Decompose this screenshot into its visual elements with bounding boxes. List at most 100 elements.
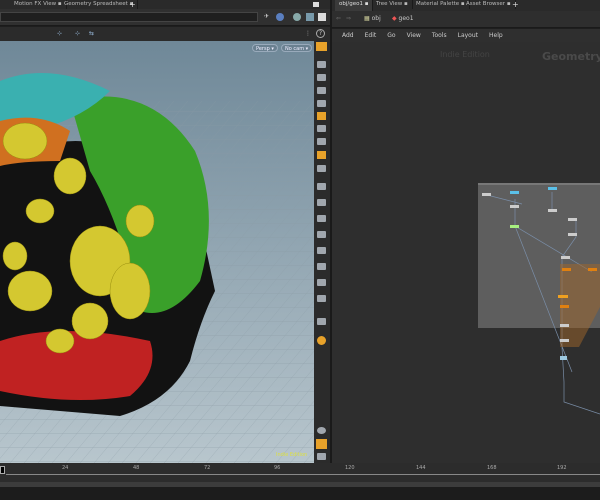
tab-geometry-spreadsheet[interactable]: Geometry Spreadsheet ▪ (60, 0, 139, 9)
menu-edit[interactable]: Edit (365, 32, 377, 39)
tab-label: Motion FX View (14, 1, 57, 7)
forward-icon[interactable]: ⇒ (346, 15, 351, 22)
geo-icon: ◆ (392, 15, 397, 22)
snapshot-icon[interactable] (317, 453, 326, 460)
tick-label: 192 (557, 465, 567, 471)
tab-asset-browser[interactable]: Asset Browser ▪ (462, 0, 516, 9)
tick-label: 72 (204, 465, 211, 471)
display-options-icon[interactable] (316, 42, 327, 51)
toolbar-icon[interactable] (317, 138, 326, 145)
layout-icon[interactable]: ⋮ (305, 30, 311, 37)
node[interactable] (588, 268, 597, 271)
toolbar-icon[interactable] (317, 318, 326, 325)
tab-label: Geometry Spreadsheet (64, 1, 128, 7)
toolbar-icon[interactable] (317, 61, 326, 68)
grid-view-icon[interactable] (316, 439, 327, 449)
snap-curve-icon[interactable]: ⇆ (89, 30, 94, 37)
left-tab-bar: Motion FX View ▪ Geometry Spreadsheet ▪ … (0, 0, 330, 9)
render-region-icon[interactable] (317, 336, 326, 345)
tab-label: Tree View (376, 1, 403, 7)
node[interactable] (560, 324, 569, 327)
snap-grid-icon[interactable]: ⊹ (75, 30, 80, 37)
viewport-watermark: Indie Edition (276, 452, 308, 458)
tab-label: Asset Browser (466, 1, 506, 7)
path-obj[interactable]: ▦ obj (364, 15, 381, 22)
tab-label: Material Palette (416, 1, 460, 7)
back-icon[interactable]: ⇐ (336, 15, 341, 22)
toolbar-icon[interactable] (317, 263, 326, 270)
pane-divider[interactable] (330, 0, 332, 463)
toolbar-icon[interactable] (317, 215, 326, 222)
menu-layout[interactable]: Layout (458, 32, 478, 39)
tab-network[interactable]: obj/geo1 ▪ (335, 0, 374, 11)
toolbar-icon[interactable] (317, 231, 326, 238)
right-tab-bar: obj/geo1 ▪ Tree View ▪ Material Palette … (332, 0, 600, 11)
toolbar-icon[interactable] (317, 279, 326, 286)
viewport-scene (0, 73, 314, 463)
menu-go[interactable]: Go (387, 32, 395, 39)
snap-icon[interactable]: ⊹ (57, 30, 62, 37)
tick-label: 48 (133, 465, 140, 471)
path-bar: ⇐ ⇒ ▦ obj ◆ geo1 (332, 11, 600, 28)
toolbar-icon[interactable] (317, 100, 326, 107)
node[interactable] (561, 256, 570, 259)
node[interactable] (482, 193, 491, 196)
maximize-icon[interactable] (318, 13, 326, 21)
viewport-right-toolbar (314, 41, 330, 463)
selection-field[interactable] (0, 12, 258, 22)
path-obj-label: obj (371, 15, 381, 22)
info-icon[interactable] (317, 427, 326, 434)
perspective-menu[interactable]: Persp ▾ (252, 44, 278, 52)
tab-tree-view[interactable]: Tree View ▪ (372, 0, 413, 9)
node[interactable] (560, 305, 569, 308)
add-tab-icon[interactable]: + (512, 0, 519, 9)
toolbar-icon[interactable] (317, 87, 326, 94)
3d-viewport[interactable]: Persp ▾ No cam ▾ Indie Edition (0, 41, 314, 463)
timeline-line (6, 474, 600, 475)
tab-label: obj/geo1 (339, 1, 363, 7)
toolbar-icon[interactable] (317, 247, 326, 254)
toolbar-icon[interactable] (317, 295, 326, 302)
node[interactable] (560, 356, 567, 360)
menu-help[interactable]: Help (489, 32, 503, 39)
menu-add[interactable]: Add (342, 32, 354, 39)
node[interactable] (568, 218, 577, 221)
timeline[interactable]: 1 24 48 72 96 120 144 168 192 (0, 463, 600, 482)
add-tab-icon[interactable]: + (129, 0, 136, 9)
toolbar-icon[interactable] (317, 183, 326, 190)
menu-tools[interactable]: Tools (432, 32, 447, 39)
node[interactable] (548, 209, 557, 212)
node[interactable] (568, 233, 577, 236)
pane-menu-icon[interactable] (313, 2, 319, 7)
node[interactable] (560, 339, 569, 342)
node[interactable] (548, 187, 557, 190)
toolbar-icon[interactable] (317, 199, 326, 206)
toolbar-icon[interactable] (317, 74, 326, 81)
help-icon[interactable]: ? (316, 29, 325, 38)
toolbar-icon[interactable] (317, 165, 326, 172)
display-icon[interactable] (293, 13, 301, 21)
red-mesh (0, 331, 153, 400)
tab-material-palette[interactable]: Material Palette ▪ (412, 0, 470, 9)
camera-menu[interactable]: No cam ▾ (281, 44, 313, 52)
viewport-secondary-toolbar: ⊹ ⊹ ⇆ ⋮ ? (0, 27, 330, 41)
node[interactable] (510, 205, 519, 208)
playbar (0, 487, 600, 500)
node[interactable] (510, 191, 519, 194)
node[interactable] (562, 268, 571, 271)
pin-icon[interactable]: ✈ (264, 13, 269, 20)
network-editor[interactable]: Indie Edition Geometry (332, 42, 600, 463)
tick-label: 168 (487, 465, 497, 471)
current-frame-marker[interactable]: 1 (0, 466, 5, 474)
path-geo[interactable]: ◆ geo1 (392, 15, 414, 22)
viewport-top-toolbar: ✈ (0, 9, 330, 26)
tab-motion-fx-view[interactable]: Motion FX View ▪ (10, 0, 67, 9)
light-icon[interactable] (317, 112, 326, 120)
menu-view[interactable]: View (407, 32, 421, 39)
node[interactable] (510, 225, 519, 228)
node[interactable] (558, 295, 568, 298)
toolbar-icon[interactable] (317, 125, 326, 132)
shading-icon[interactable] (317, 151, 326, 159)
link-icon[interactable] (276, 13, 284, 21)
render-icon[interactable] (306, 13, 314, 21)
